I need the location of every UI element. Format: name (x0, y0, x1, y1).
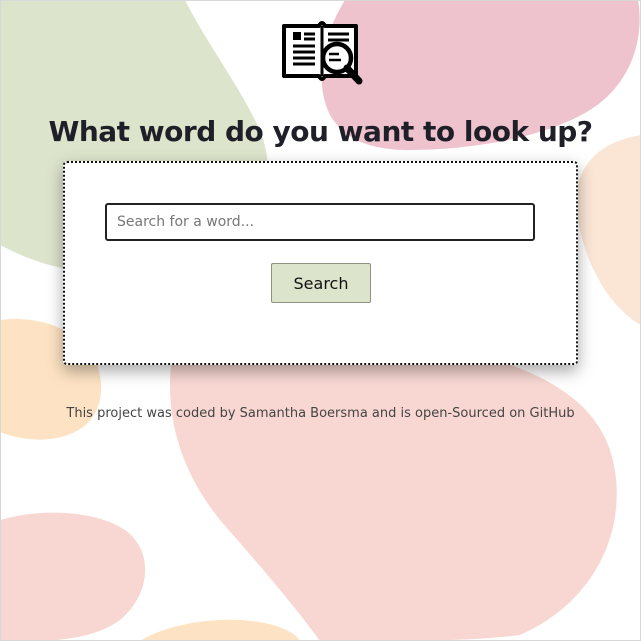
peach-blob-right (576, 135, 641, 325)
salmon-blob-bottom-left (0, 512, 146, 641)
search-input[interactable] (105, 203, 535, 241)
page: What word do you want to look up? Search… (0, 0, 641, 641)
github-link[interactable]: open-Sourced on GitHub (415, 406, 575, 421)
footer: This project was coded by Samantha Boers… (0, 406, 641, 421)
footer-middle: and is (367, 406, 416, 421)
footer-prefix: This project was coded by (66, 406, 240, 421)
search-button[interactable]: Search (271, 263, 371, 303)
search-card: Search (63, 161, 578, 365)
page-title: What word do you want to look up? (48, 114, 593, 148)
orange-blob-bottom (140, 619, 300, 641)
author-link[interactable]: Samantha Boersma (240, 406, 368, 421)
salmon-blob (170, 328, 617, 641)
book-magnifier-icon (282, 21, 363, 85)
